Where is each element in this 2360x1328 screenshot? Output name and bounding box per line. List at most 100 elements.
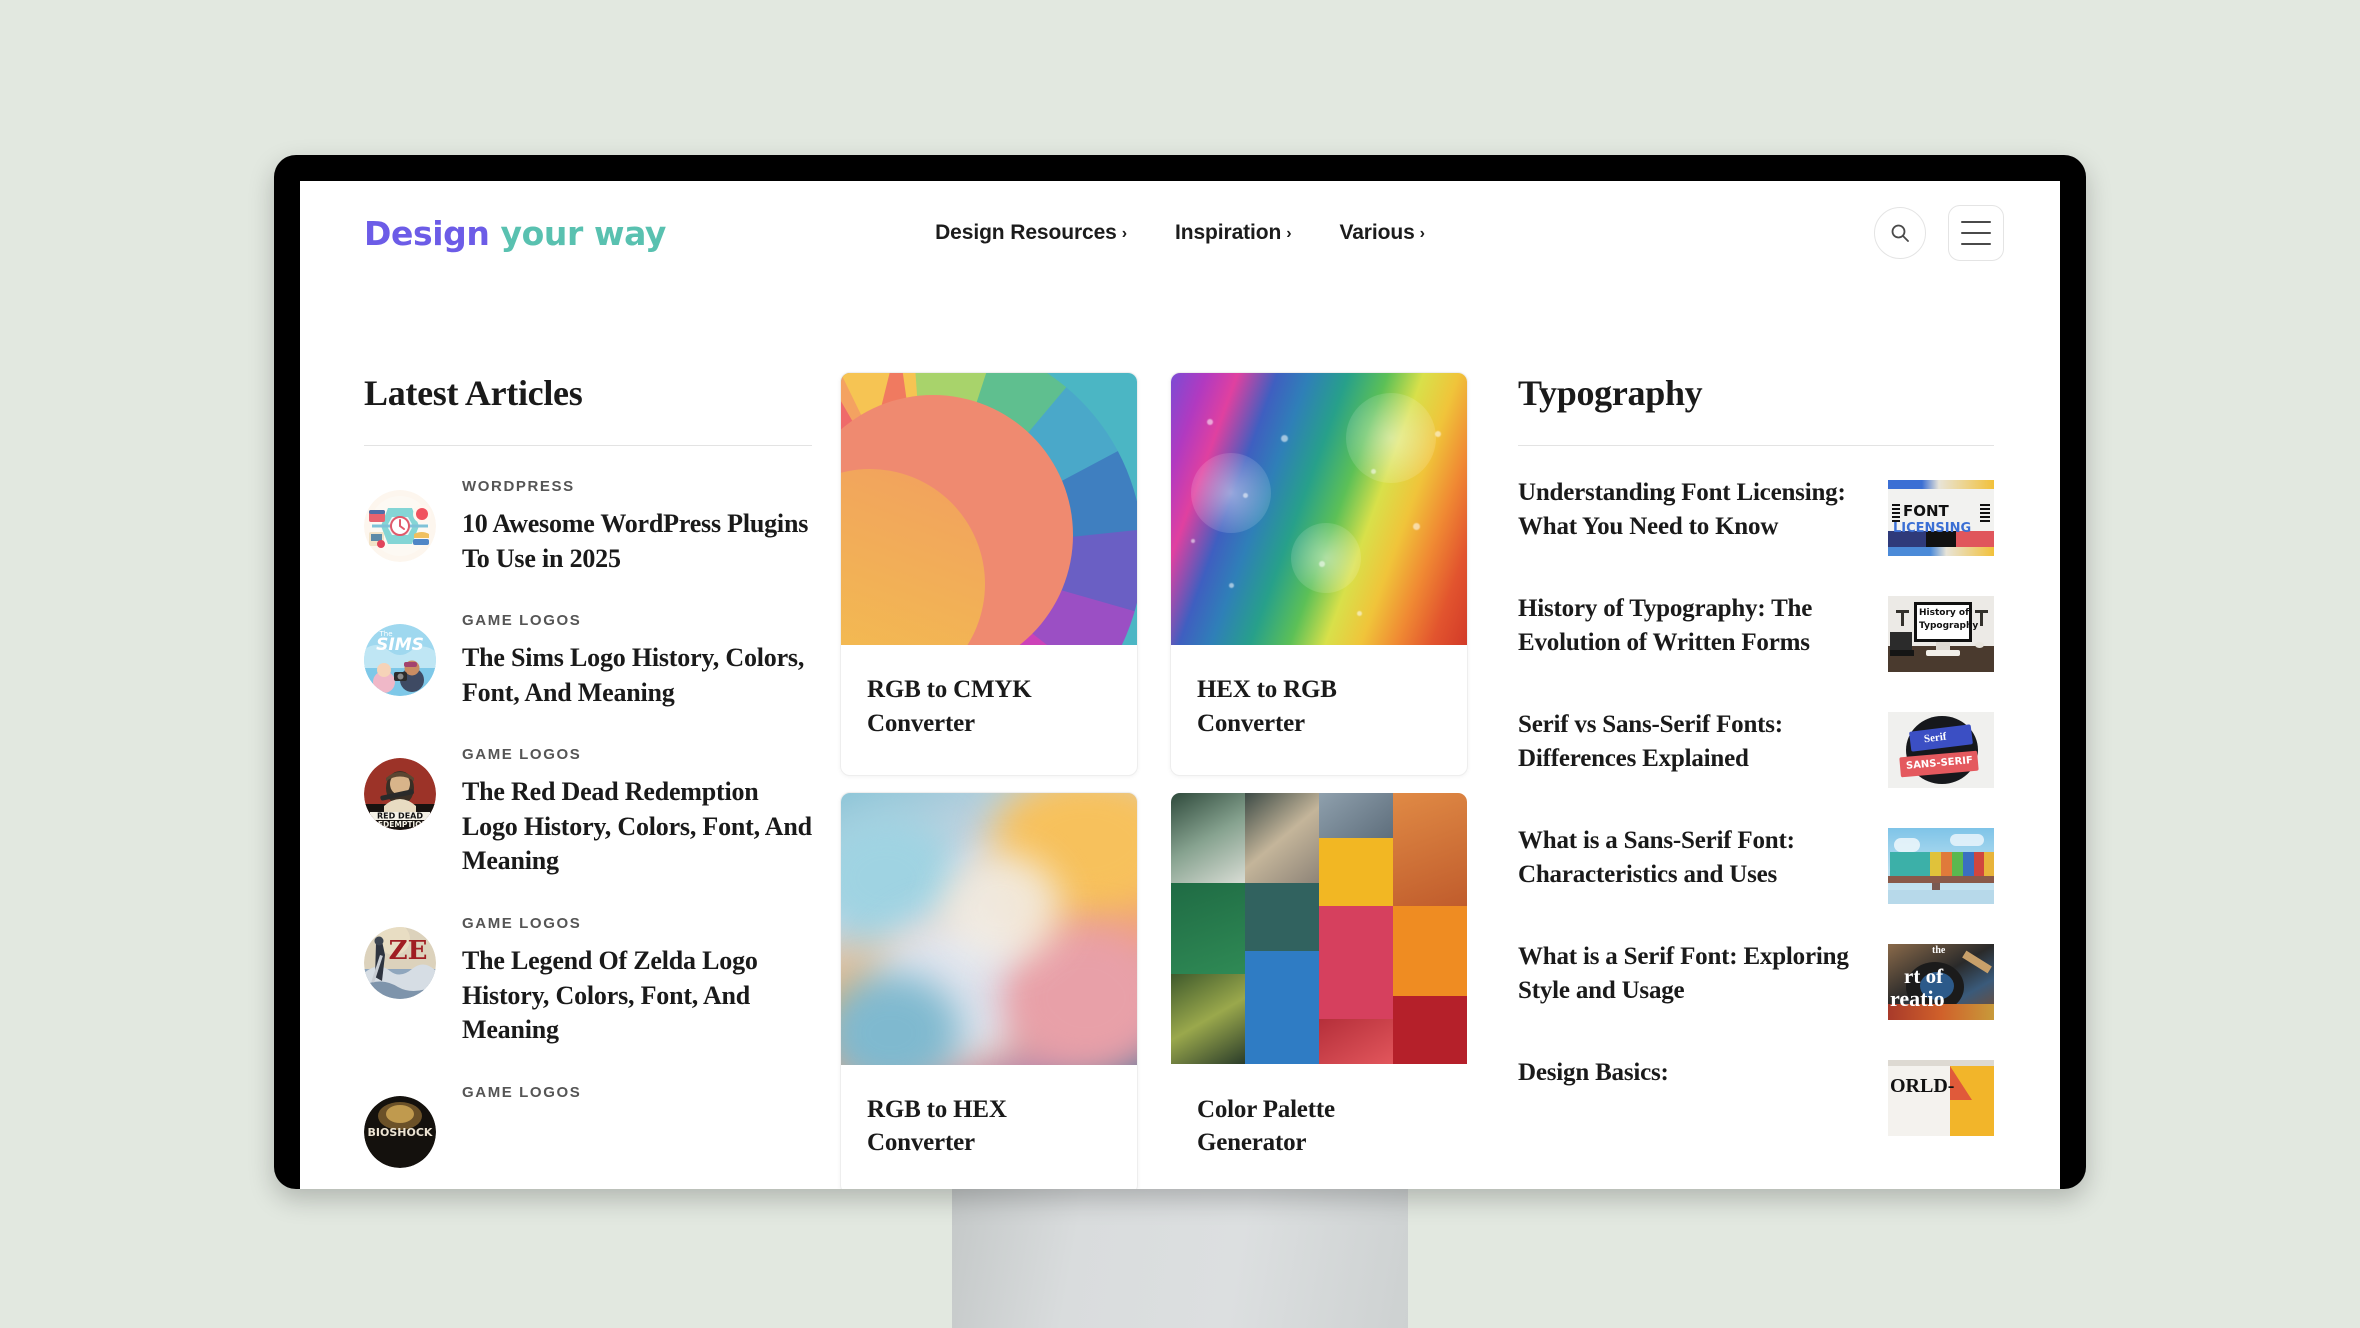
svg-text:SIMS: SIMS: [376, 635, 424, 655]
article-category[interactable]: GAME LOGOS: [462, 746, 812, 763]
article-text: WORDPRESS 10 Awesome WordPress Plugins T…: [462, 476, 812, 576]
mosaic-tile: [1245, 883, 1319, 952]
typography-title[interactable]: Serif vs Sans-Serif Fonts: Differences E…: [1518, 708, 1864, 776]
list-item[interactable]: Serif vs Sans-Serif Fonts: Differences E…: [1518, 708, 1994, 788]
card-image-clouds: [841, 792, 1137, 1065]
sparkle-dot: [1243, 493, 1248, 498]
tool-cards-column: RGB to CMYK Converter HEX to RGB Convert…: [840, 372, 1486, 1189]
article-category[interactable]: GAME LOGOS: [462, 1084, 581, 1101]
mosaic-tile: [1319, 905, 1393, 1020]
tool-card-hex-to-rgb[interactable]: HEX to RGB Converter: [1170, 372, 1468, 776]
monitor-bezel: Design your way Design Resources › Inspir…: [274, 155, 2086, 1189]
sparkle-dot: [1191, 539, 1195, 543]
article-thumbnail-the-sims: SIMS The: [364, 624, 436, 697]
thumb-text: ORLD-: [1890, 1075, 1955, 1097]
tool-card-title: Color Palette Generator: [1197, 1095, 1335, 1157]
article-text: GAME LOGOS: [462, 1082, 581, 1113]
article-title[interactable]: 10 Awesome WordPress Plugins To Use in 2…: [462, 507, 812, 576]
mosaic-tile: [1171, 973, 1245, 1065]
nav-label: Various: [1339, 221, 1415, 244]
nav-label: Inspiration: [1174, 221, 1282, 244]
nav-item-various[interactable]: Various ›: [1339, 221, 1425, 245]
menu-button[interactable]: [1948, 205, 2004, 261]
list-item[interactable]: History of Typography: The Evolution of …: [1518, 592, 1994, 672]
list-item[interactable]: RED DEAD REDEMPTION GAME LOGOS The Red D…: [364, 744, 812, 879]
typography-title[interactable]: What is a Sans-Serif Font: Characteristi…: [1518, 824, 1864, 892]
nav-item-design-resources[interactable]: Design Resources ›: [935, 221, 1127, 245]
sparkle-dot: [1357, 611, 1362, 616]
card-image-color-fan: [841, 373, 1137, 645]
typography-thumbnail-font-licensing: FONT LICENSING: [1888, 480, 1994, 556]
article-category[interactable]: GAME LOGOS: [462, 915, 812, 932]
typography-list: Understanding Font Licensing: What You N…: [1518, 476, 1994, 1136]
mosaic-tile: [1393, 792, 1467, 906]
tool-card-title: HEX to RGB Converter: [1197, 676, 1337, 737]
tool-card-rgb-to-hex[interactable]: RGB to HEX Converter: [840, 791, 1138, 1189]
logo-text-secondary: your way: [500, 213, 667, 253]
sparkle-dot: [1281, 435, 1288, 442]
mosaic-tile: [1171, 883, 1245, 974]
typography-title[interactable]: Understanding Font Licensing: What You N…: [1518, 476, 1864, 544]
cloud-puff: [941, 852, 1061, 963]
list-item[interactable]: WORDPRESS 10 Awesome WordPress Plugins T…: [364, 476, 812, 576]
svg-text:REDEMPTION: REDEMPTION: [372, 820, 428, 829]
sparkle-dot: [1229, 583, 1234, 588]
article-thumbnail-wordpress-plugins: [364, 490, 436, 562]
article-thumbnail-bioshock: BIOSHOCK: [364, 1095, 436, 1168]
thumb-text: rt of: [1904, 964, 1944, 988]
mosaic-tile: [1393, 905, 1467, 997]
mosaic-tile: [1245, 951, 1319, 1065]
list-item[interactable]: SIMS The GAME LOGOS The Sims Logo Histor…: [364, 610, 812, 710]
mosaic-tile: [1393, 996, 1467, 1065]
list-item[interactable]: BIOSHOCK GAME LOGOS: [364, 1082, 812, 1168]
article-category[interactable]: GAME LOGOS: [462, 612, 812, 629]
hamburger-line: [1961, 232, 1991, 234]
list-item[interactable]: Design Basics: ORLD-: [1518, 1056, 1994, 1136]
tool-card-title: RGB to CMYK Converter: [867, 676, 1032, 737]
svg-text:The: The: [378, 630, 392, 638]
latest-articles-column: Latest Articles WORDPRESS 10 Awesome Wor…: [300, 372, 840, 1189]
site-header: Design your way Design Resources › Inspir…: [300, 181, 2060, 285]
section-title-typography: Typography: [1518, 373, 1703, 413]
typography-title[interactable]: Design Basics:: [1518, 1056, 1864, 1090]
article-title[interactable]: The Sims Logo History, Colors, Font, And…: [462, 641, 812, 710]
article-category[interactable]: WORDPRESS: [462, 478, 812, 495]
list-item[interactable]: What is a Sans-Serif Font: Characteristi…: [1518, 824, 1994, 904]
search-button[interactable]: [1874, 207, 1926, 259]
section-divider: [364, 445, 812, 446]
tool-card-rgb-to-cmyk[interactable]: RGB to CMYK Converter: [840, 372, 1138, 776]
mosaic-tile: [1171, 792, 1245, 884]
chevron-right-icon: ›: [1121, 225, 1127, 242]
sparkle-glow: [1291, 523, 1361, 593]
main-navigation: Design Resources › Inspiration › Various ›: [935, 221, 1425, 245]
header-actions: [1874, 205, 2004, 261]
card-image-color-mosaic: [1171, 792, 1467, 1065]
list-item[interactable]: What is a Serif Font: Exploring Style an…: [1518, 940, 1994, 1020]
site-logo[interactable]: Design your way: [364, 214, 666, 253]
section-divider: [1518, 445, 1994, 446]
typography-title[interactable]: History of Typography: The Evolution of …: [1518, 592, 1864, 660]
typography-title[interactable]: What is a Serif Font: Exploring Style an…: [1518, 940, 1864, 1008]
browser-screen: Design your way Design Resources › Inspir…: [300, 181, 2060, 1189]
list-item[interactable]: Understanding Font Licensing: What You N…: [1518, 476, 1994, 556]
search-icon: [1891, 224, 1909, 242]
article-thumbnail-zelda: ZE: [364, 927, 436, 1000]
typography-thumbnail-serif-vs-sans-serif: Serif SANS-SERIF: [1888, 712, 1994, 788]
tool-card-grid: RGB to CMYK Converter HEX to RGB Convert…: [840, 372, 1486, 1189]
article-thumbnail-red-dead-redemption: RED DEAD REDEMPTION: [364, 758, 436, 831]
list-item[interactable]: ZE GAME LOGOS The Legend Of Zelda Logo H…: [364, 913, 812, 1048]
svg-text:BIOSHOCK: BIOSHOCK: [368, 1126, 433, 1139]
typography-thumbnail-art-of-creation: the rt of reatio: [1888, 944, 1994, 1020]
article-title[interactable]: The Legend Of Zelda Logo History, Colors…: [462, 944, 812, 1048]
nav-item-inspiration[interactable]: Inspiration ›: [1174, 221, 1292, 245]
card-image-rainbow: [1171, 373, 1467, 645]
sparkle-dot: [1319, 561, 1325, 567]
monitor-stand: [952, 1180, 1408, 1328]
logo-text-primary: Design: [364, 213, 490, 253]
mosaic-tile: [1245, 792, 1319, 884]
typography-thumbnail-sans-serif-billboard: [1888, 828, 1994, 904]
article-title[interactable]: The Red Dead Redemption Logo History, Co…: [462, 775, 812, 879]
tool-card-title: RGB to HEX Converter: [867, 1095, 1007, 1157]
sparkle-dot: [1207, 419, 1213, 425]
tool-card-color-palette-generator[interactable]: Color Palette Generator: [1170, 791, 1468, 1189]
